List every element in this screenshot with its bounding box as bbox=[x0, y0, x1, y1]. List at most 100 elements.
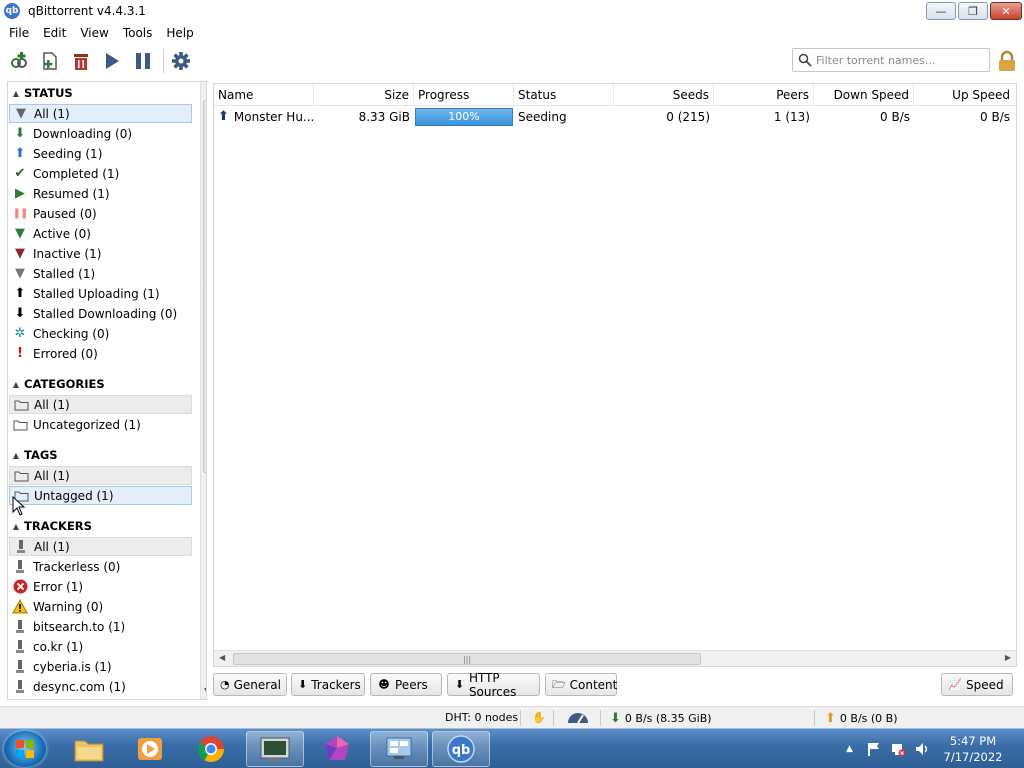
menu-help[interactable]: Help bbox=[159, 26, 200, 40]
tracker-filter-item[interactable]: bitsearch.to (1) bbox=[9, 617, 192, 636]
lock-icon[interactable] bbox=[996, 50, 1018, 72]
tab-content[interactable]: 🗁 Content bbox=[545, 673, 617, 696]
add-torrent-link-button[interactable] bbox=[8, 50, 30, 72]
status-filter-item[interactable]: ▼ All (1) bbox=[9, 104, 192, 123]
tag-filter-item[interactable]: Untagged (1) bbox=[9, 486, 192, 505]
resume-button[interactable] bbox=[101, 50, 123, 72]
tracker-filter-item[interactable]: desync.com (1) bbox=[9, 677, 192, 696]
tracker-filter-item[interactable]: Warning (0) bbox=[9, 597, 192, 616]
column-seeds[interactable]: Seeds bbox=[614, 84, 714, 106]
network-icon[interactable] bbox=[890, 741, 906, 757]
close-button[interactable]: ✕ bbox=[990, 2, 1022, 20]
filter-torrent-input[interactable] bbox=[816, 53, 986, 67]
tab-http-sources[interactable]: ⬇ HTTP Sources bbox=[447, 671, 540, 699]
taskbar-control-panel[interactable] bbox=[370, 731, 428, 767]
column-size[interactable]: Size bbox=[314, 84, 414, 106]
download-arrow-icon: ⬇ bbox=[14, 126, 26, 141]
taskbar-terminal[interactable] bbox=[246, 731, 304, 767]
column-status[interactable]: Status bbox=[514, 84, 614, 106]
start-button[interactable] bbox=[4, 731, 46, 767]
scroll-right-arrow-icon[interactable]: ▶ bbox=[1005, 653, 1011, 662]
status-filter-item[interactable]: ✲ Checking (0) bbox=[9, 324, 192, 343]
tracker-filter-item[interactable]: co.kr (1) bbox=[9, 637, 192, 656]
upload-status: ⬆ 0 B/s (0 B) bbox=[825, 711, 898, 726]
column-peers[interactable]: Peers bbox=[714, 84, 814, 106]
options-button[interactable] bbox=[170, 50, 192, 72]
minimize-button[interactable]: — bbox=[926, 2, 956, 20]
clock-date: 7/17/2022 bbox=[943, 750, 1003, 764]
status-filter-item[interactable]: ⬆ Stalled Uploading (1) bbox=[9, 284, 192, 303]
add-torrent-file-button[interactable] bbox=[39, 50, 61, 72]
category-filter-item[interactable]: All (1) bbox=[9, 395, 192, 414]
taskbar-app-purple[interactable] bbox=[308, 731, 366, 767]
scroll-left-arrow-icon[interactable]: ◀ bbox=[219, 653, 225, 662]
status-filter-item[interactable]: ⬆ Seeding (1) bbox=[9, 144, 192, 163]
sidebar-scrollbar[interactable]: ≡ ▼ bbox=[200, 82, 206, 699]
menu-file[interactable]: File bbox=[2, 26, 36, 40]
volume-icon[interactable] bbox=[914, 741, 930, 757]
tab-peers[interactable]: ☻ Peers bbox=[370, 673, 442, 696]
status-filter-item[interactable]: ⬇ Downloading (0) bbox=[9, 124, 192, 143]
trackers-section-header[interactable]: ▲ TRACKERS bbox=[8, 517, 193, 535]
folder-icon bbox=[12, 417, 28, 433]
taskbar-qbittorrent[interactable]: qb bbox=[432, 731, 490, 767]
column-down-speed[interactable]: Down Speed bbox=[814, 84, 914, 106]
tag-filter-item[interactable]: All (1) bbox=[9, 466, 192, 485]
checkmark-icon: ✔ bbox=[14, 166, 26, 181]
qbittorrent-icon: qb bbox=[447, 735, 475, 763]
status-filter-item[interactable]: ▼ Stalled (1) bbox=[9, 264, 192, 283]
menu-edit[interactable]: Edit bbox=[36, 26, 73, 40]
filter-icon: ▼ bbox=[15, 266, 25, 281]
status-filter-item[interactable]: ▼ Active (0) bbox=[9, 224, 192, 243]
tracker-filter-item[interactable]: cyberia.is (1) bbox=[9, 657, 192, 676]
status-filter-item[interactable]: ⬇ Stalled Downloading (0) bbox=[9, 304, 192, 323]
scroll-down-arrow-icon[interactable]: ▼ bbox=[204, 686, 206, 695]
taskbar-explorer[interactable] bbox=[60, 731, 118, 767]
taskbar-chrome[interactable] bbox=[182, 731, 240, 767]
tab-general[interactable]: ◔ General bbox=[213, 673, 287, 696]
status-section-header[interactable]: ▲ STATUS bbox=[8, 84, 193, 102]
speed-tab-button[interactable]: 📈 Speed bbox=[941, 673, 1013, 696]
windows-taskbar: qb ▲ 5:47 PM 7/17/2022 bbox=[0, 728, 1024, 768]
collapse-triangle-icon: ▲ bbox=[12, 521, 20, 531]
column-progress[interactable]: Progress bbox=[414, 84, 514, 106]
transfer-list-hscrollbar[interactable]: ◀ ||| ▶ bbox=[214, 650, 1016, 666]
torrent-size: 8.33 GiB bbox=[358, 109, 410, 124]
connection-status-icon[interactable]: ✋ bbox=[532, 711, 546, 724]
play-icon bbox=[106, 53, 119, 69]
filter-icon: ▼ bbox=[16, 106, 26, 121]
menu-view[interactable]: View bbox=[73, 26, 115, 40]
gear-icon: ✲ bbox=[14, 326, 26, 341]
delete-torrent-button[interactable] bbox=[70, 50, 92, 72]
menu-bar: File Edit View Tools Help bbox=[0, 22, 1024, 43]
status-filter-item[interactable]: ❚❚ Paused (0) bbox=[9, 204, 192, 223]
status-filter-item[interactable]: ▼ Inactive (1) bbox=[9, 244, 192, 263]
tracker-filter-item[interactable]: All (1) bbox=[9, 537, 192, 556]
status-filter-item[interactable]: ✔ Completed (1) bbox=[9, 164, 192, 183]
categories-section-header[interactable]: ▲ CATEGORIES bbox=[8, 375, 193, 393]
media-player-icon bbox=[138, 738, 162, 760]
taskbar-media-player[interactable] bbox=[121, 731, 179, 767]
status-filter-label: Stalled (1) bbox=[33, 266, 96, 281]
action-center-flag-icon[interactable] bbox=[866, 741, 882, 757]
tracker-filter-item[interactable]: Trackerless (0) bbox=[9, 557, 192, 576]
tags-section-header[interactable]: ▲ TAGS bbox=[8, 446, 193, 464]
tracker-filter-item[interactable]: Error (1) bbox=[9, 577, 192, 596]
torrent-row[interactable]: ⬆ Monster Hu... 8.33 GiB 100% Seeding 0 … bbox=[214, 106, 1016, 127]
category-filter-item[interactable]: Uncategorized (1) bbox=[9, 415, 192, 434]
column-up-speed[interactable]: Up Speed bbox=[914, 84, 1014, 106]
chart-icon: 📈 bbox=[948, 678, 962, 691]
menu-tools[interactable]: Tools bbox=[116, 26, 160, 40]
speed-limit-icon[interactable] bbox=[566, 710, 590, 724]
maximize-button[interactable]: ❐ bbox=[958, 2, 988, 20]
tracker-icon: ⬇ bbox=[298, 678, 308, 691]
status-filter-item[interactable]: ! Errored (0) bbox=[9, 344, 192, 363]
pause-button[interactable] bbox=[132, 50, 154, 72]
filter-icon: ▼ bbox=[15, 246, 25, 261]
hscroll-thumb[interactable]: ||| bbox=[233, 653, 701, 665]
status-filter-item[interactable]: ▶ Resumed (1) bbox=[9, 184, 192, 203]
tab-trackers[interactable]: ⬇ Trackers bbox=[291, 673, 365, 696]
column-name[interactable]: Name bbox=[214, 84, 314, 106]
system-clock[interactable]: 5:47 PM 7/17/2022 bbox=[930, 733, 1016, 765]
show-hidden-icons-button[interactable]: ▲ bbox=[846, 744, 853, 754]
